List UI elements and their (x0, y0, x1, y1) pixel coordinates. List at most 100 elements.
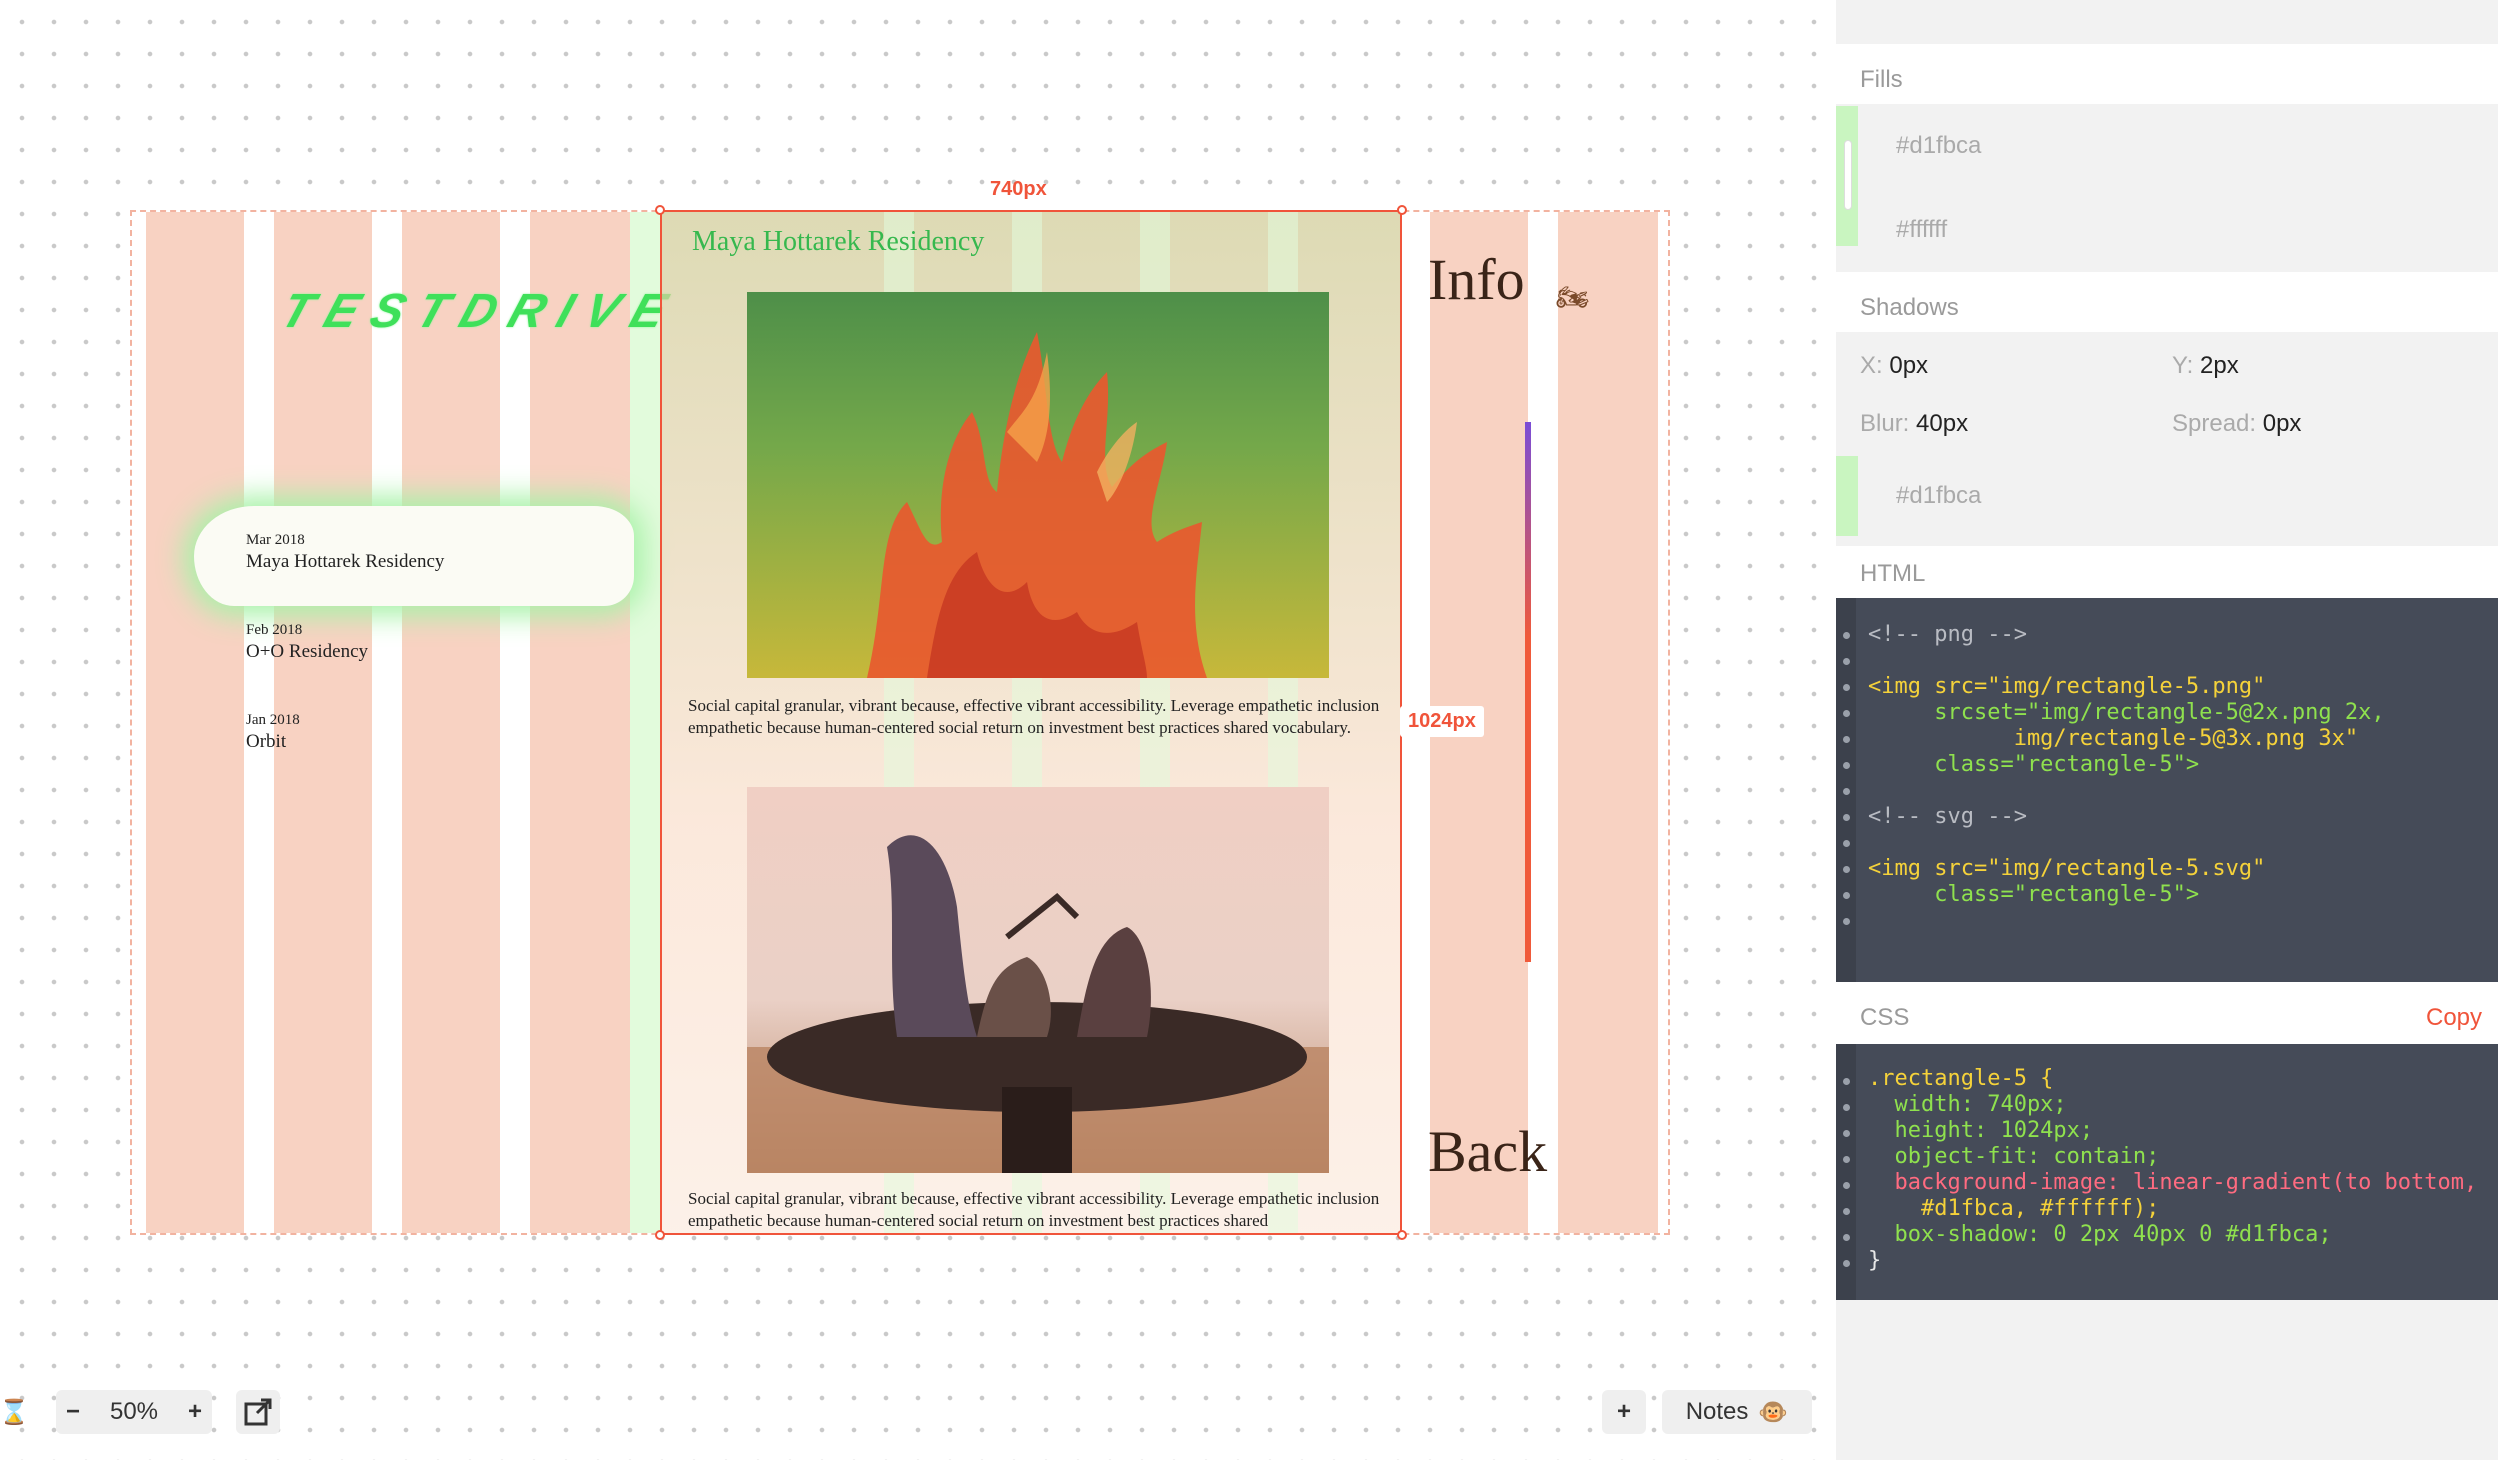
shadow-color-hex[interactable]: #d1fbca (1896, 482, 1981, 510)
notes-label: Notes (1685, 1398, 1749, 1425)
gutter-dot (1843, 762, 1850, 769)
gutter-dot (1843, 1156, 1850, 1163)
selection-height-bar (1525, 422, 1531, 962)
code-line: object-fit: contain; (1868, 1144, 2160, 1169)
installation-illustration (747, 835, 1329, 1173)
sculpture-photo[interactable] (747, 292, 1329, 678)
monkey-icon: 🐵 (1758, 1398, 1789, 1426)
gutter-dot (1843, 1130, 1850, 1137)
logo: TESTDRIVE (274, 285, 687, 338)
shadow-x-value: 0px (1889, 352, 1929, 379)
hourglass-icon[interactable]: ⌛ (0, 1390, 29, 1434)
info-label: Info (1428, 247, 1525, 312)
shadow-blur-label: Blur: (1860, 410, 1910, 437)
external-link-icon (244, 1398, 272, 1426)
list-item-date: Mar 2018 (246, 532, 305, 548)
code-line: <img src="img/rectangle-5.png" (1868, 674, 2266, 699)
html-code-block[interactable]: <!-- png --> <img src="img/rectangle-5.p… (1836, 598, 2498, 982)
sculpture-illustration (867, 332, 1207, 678)
grid-column (402, 212, 500, 1233)
zoom-in-button[interactable]: + (188, 1398, 202, 1426)
code-line: height: 1024px; (1868, 1118, 2094, 1143)
gutter-dot (1843, 1104, 1850, 1111)
gutter-dot (1843, 632, 1850, 639)
inspector-panel: Fills #d1fbca #ffffff Shadows X: 0px Y: … (1836, 0, 2498, 1460)
body-paragraph: Social capital granular, vibrant because… (688, 1189, 1380, 1230)
shadow-spread[interactable]: Spread: 0px (2172, 410, 2301, 438)
gutter-dot (1843, 1208, 1850, 1215)
gutter-dot (1843, 918, 1850, 925)
code-line: box-shadow: 0 2px 40px 0 #d1fbca; (1868, 1222, 2332, 1247)
gutter-dot (1843, 866, 1850, 873)
resize-handle[interactable] (655, 205, 665, 215)
gradient-slider[interactable] (1844, 140, 1852, 210)
code-line: } (1868, 1248, 1882, 1273)
code-line: srcset="img/rectangle-5@2x.png 2x, (1868, 700, 2385, 725)
zoom-level: 50% (109, 1398, 159, 1425)
code-line: class="rectangle-5"> (1868, 752, 2200, 777)
css-code-block[interactable]: .rectangle-5 { width: 740px; height: 102… (1836, 1044, 2498, 1300)
resize-handle[interactable] (1397, 205, 1407, 215)
resize-handle[interactable] (1397, 1230, 1407, 1240)
export-icon[interactable] (236, 1390, 280, 1434)
code-line: #d1fbca, #ffffff); (1868, 1196, 2160, 1221)
motorcycle-icon: 🏍 (1556, 282, 1590, 312)
panel-title: Maya Hottarek Residency (692, 226, 985, 257)
html-heading: HTML (1860, 560, 1926, 587)
gutter-dot (1843, 1260, 1850, 1267)
inspector-band (1836, 982, 2498, 1044)
gutter-dot (1843, 1078, 1850, 1085)
list-item-name: Orbit (246, 731, 287, 752)
gutter-dot (1843, 1234, 1850, 1241)
shadow-y[interactable]: Y: 2px (2172, 352, 2239, 380)
gutter-dot (1843, 710, 1850, 717)
list-item-date: Jan 2018 (246, 712, 300, 728)
shadow-blur-value: 40px (1916, 410, 1969, 437)
list-item[interactable]: Jan 2018 Orbit (246, 712, 300, 753)
fill-hex[interactable]: #d1fbca (1896, 132, 1981, 160)
gutter-dot (1843, 840, 1850, 847)
zoom-out-button[interactable]: − (66, 1398, 80, 1426)
shadows-heading: Shadows (1860, 294, 1959, 321)
inspector-band (1836, 546, 2498, 598)
code-line: <!-- png --> (1868, 622, 2027, 647)
body-paragraph: Social capital granular, vibrant because… (688, 696, 1380, 737)
inspector-band (1836, 44, 2498, 104)
fill-hex[interactable]: #ffffff (1896, 216, 1947, 244)
notes-button[interactable]: Notes 🐵 (1662, 1390, 1812, 1434)
list-item-name: O+O Residency (246, 641, 369, 662)
back-label: Back (1428, 1119, 1548, 1184)
grid-column (146, 212, 244, 1233)
resize-handle[interactable] (655, 1230, 665, 1240)
grid-column (530, 212, 630, 1233)
gutter-dot (1843, 684, 1850, 691)
height-badge: 1024px (1400, 706, 1484, 737)
shadow-color-swatch[interactable] (1836, 456, 1858, 536)
gutter-dot (1843, 814, 1850, 821)
shadow-spread-label: Spread: (2172, 410, 2257, 437)
list-item[interactable]: Feb 2018 O+O Residency (246, 622, 368, 663)
list-item-name: Maya Hottarek Residency (246, 551, 445, 572)
grid-column (1558, 212, 1658, 1233)
gutter-dot (1843, 788, 1850, 795)
code-line: img/rectangle-5@3x.png 3x" (1868, 726, 2359, 751)
fills-section: #d1fbca #ffffff (1836, 106, 2498, 246)
list-item[interactable]: Mar 2018 Maya Hottarek Residency (246, 532, 444, 573)
selected-layer[interactable]: Maya Hottarek Residency Social capital g… (655, 205, 1407, 1240)
code-line: background-image: linear-gradient(to bot… (1868, 1170, 2478, 1195)
shadow-y-value: 2px (2200, 352, 2239, 379)
shadow-spread-value: 0px (2262, 410, 2302, 437)
shadow-x[interactable]: X: 0px (1860, 352, 1928, 380)
code-line: width: 740px; (1868, 1092, 2067, 1117)
css-heading: CSS (1860, 1004, 1910, 1031)
add-button[interactable]: + (1602, 1390, 1646, 1434)
code-line: <img src="img/rectangle-5.svg" (1868, 856, 2266, 881)
code-line: <!-- svg --> (1868, 804, 2027, 829)
gutter-dot (1843, 658, 1850, 665)
shadow-x-label: X: (1860, 352, 1883, 379)
copy-button[interactable]: Copy (2426, 1004, 2482, 1032)
installation-photo[interactable] (747, 787, 1329, 1173)
shadow-blur[interactable]: Blur: 40px (1860, 410, 1968, 438)
gutter-dot (1843, 892, 1850, 899)
grid-column (630, 212, 660, 1233)
